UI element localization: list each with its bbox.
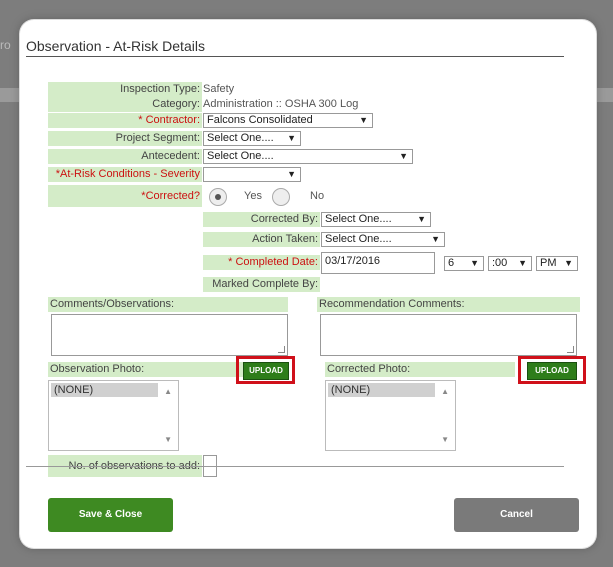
background-text: ro: [0, 38, 11, 52]
chevron-down-icon: ▼: [399, 151, 408, 161]
corrected-no-label: No: [310, 190, 325, 202]
project-segment-select-value: Select One....: [207, 132, 274, 144]
chevron-down-icon: ▼: [518, 258, 527, 268]
category-value: Administration :: OSHA 300 Log: [203, 98, 359, 110]
severity-select[interactable]: ▼: [203, 167, 301, 182]
recommendation-textarea[interactable]: [320, 314, 577, 356]
action-taken-select-value: Select One....: [325, 233, 392, 245]
inspection-type-value: Safety: [203, 83, 235, 95]
corrected-by-select-value: Select One....: [325, 213, 392, 225]
scroll-down-icon[interactable]: ▼: [441, 435, 449, 444]
scroll-up-icon[interactable]: ▲: [441, 387, 449, 396]
contractor-label: * Contractor:: [48, 113, 202, 128]
corrected-yes-label: Yes: [244, 190, 262, 202]
minute-select[interactable]: :00 ▼: [488, 256, 532, 271]
scroll-up-icon[interactable]: ▲: [164, 387, 172, 396]
cancel-button[interactable]: Cancel: [454, 498, 579, 532]
list-item[interactable]: (NONE): [51, 383, 158, 397]
hour-select-value: 6: [448, 257, 455, 269]
hour-select[interactable]: 6 ▼: [444, 256, 484, 271]
chevron-down-icon: ▼: [431, 234, 440, 244]
project-segment-select[interactable]: Select One.... ▼: [203, 131, 301, 146]
save-close-button[interactable]: Save & Close: [48, 498, 173, 532]
chevron-down-icon: ▼: [287, 169, 296, 179]
footer-divider: [26, 466, 564, 467]
contractor-select[interactable]: Falcons Consolidated ▼: [203, 113, 373, 128]
corrected-label: *Corrected?: [48, 185, 202, 207]
ampm-select[interactable]: PM ▼: [536, 256, 578, 271]
inspection-type-label: Inspection Type:: [48, 82, 202, 97]
antecedent-label: Antecedent:: [48, 149, 202, 164]
chevron-down-icon: ▼: [287, 133, 296, 143]
corrected-photo-label: Corrected Photo:: [325, 362, 515, 377]
observation-upload-button[interactable]: UPLOAD: [243, 362, 289, 380]
antecedent-select[interactable]: Select One.... ▼: [203, 149, 413, 164]
resize-grip-icon: [567, 346, 574, 353]
recommendation-label: Recommendation Comments:: [317, 297, 580, 312]
ampm-select-value: PM: [540, 257, 557, 269]
corrected-no-radio[interactable]: [272, 188, 290, 206]
completed-date-input[interactable]: 03/17/2016: [321, 252, 435, 274]
action-taken-label: Action Taken:: [203, 232, 320, 247]
completed-date-label: * Completed Date:: [203, 255, 320, 270]
comments-textarea[interactable]: [51, 314, 288, 356]
chevron-down-icon: ▼: [564, 258, 573, 268]
minute-select-value: :00: [492, 257, 508, 269]
antecedent-select-value: Select One....: [207, 150, 274, 162]
title-divider: [26, 56, 564, 57]
list-item[interactable]: (NONE): [328, 383, 435, 397]
severity-label: *At-Risk Conditions - Severity: [48, 167, 202, 182]
corrected-photo-list[interactable]: (NONE) ▲ ▼: [325, 380, 456, 451]
marked-complete-by-label: Marked Complete By:: [203, 277, 320, 292]
corrected-by-label: Corrected By:: [203, 212, 320, 227]
resize-grip-icon: [278, 346, 285, 353]
corrected-yes-radio[interactable]: [209, 188, 227, 206]
dialog-title: Observation - At-Risk Details: [26, 38, 205, 54]
corrected-by-select[interactable]: Select One.... ▼: [321, 212, 431, 227]
corrected-upload-button[interactable]: UPLOAD: [527, 362, 577, 380]
chevron-down-icon: ▼: [470, 258, 479, 268]
action-taken-select[interactable]: Select One.... ▼: [321, 232, 445, 247]
chevron-down-icon: ▼: [359, 115, 368, 125]
contractor-select-value: Falcons Consolidated: [207, 114, 313, 126]
scroll-down-icon[interactable]: ▼: [164, 435, 172, 444]
comments-label: Comments/Observations:: [48, 297, 288, 312]
category-label: Category:: [48, 97, 202, 112]
project-segment-label: Project Segment:: [48, 131, 202, 146]
chevron-down-icon: ▼: [417, 214, 426, 224]
observation-photo-list[interactable]: (NONE) ▲ ▼: [48, 380, 179, 451]
